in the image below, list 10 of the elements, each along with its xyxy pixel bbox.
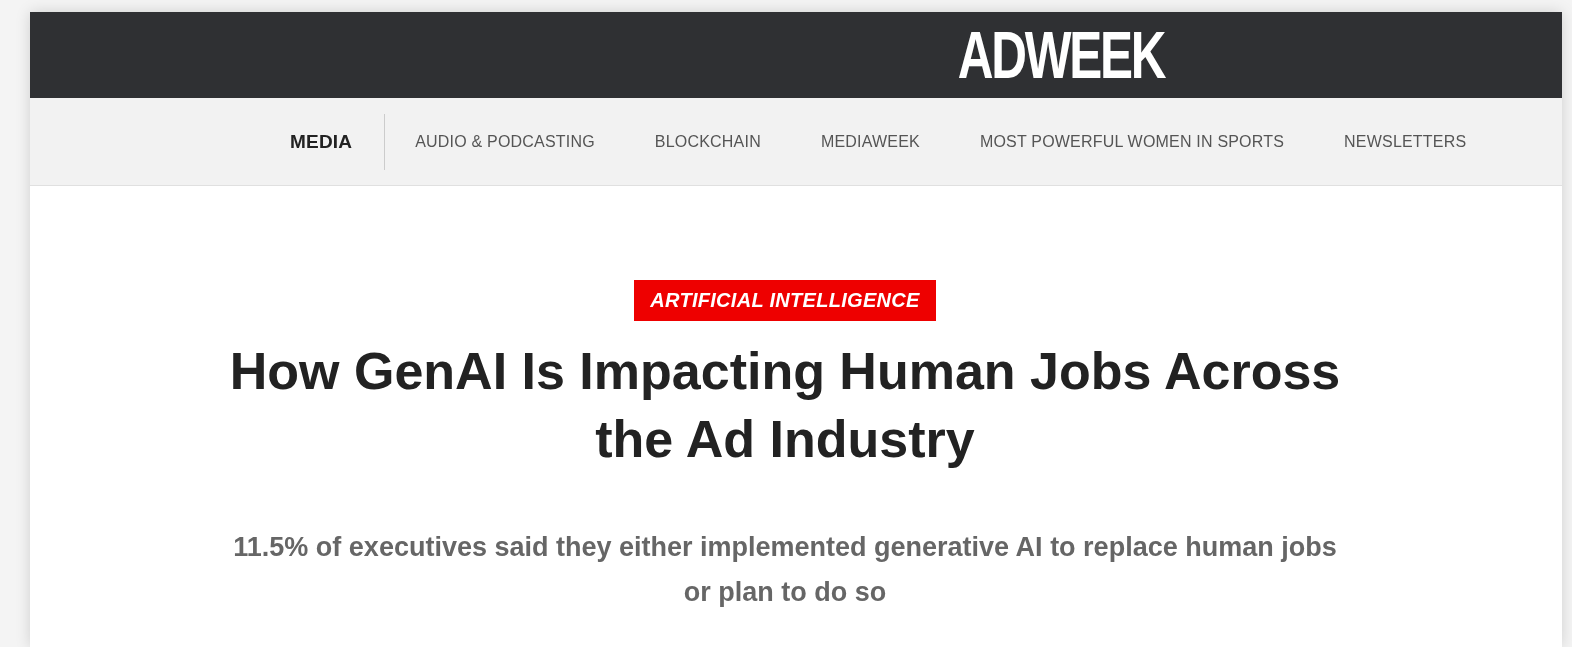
nav-link[interactable]: MEDIAWEEK bbox=[820, 132, 920, 151]
nav-link[interactable]: BLOCKCHAIN bbox=[654, 132, 761, 151]
nav-link[interactable]: AUDIO & PODCASTING bbox=[415, 132, 595, 151]
site-logo[interactable]: ADWEEK bbox=[957, 22, 1164, 88]
article-subtitle: 11.5% of executives said they either implemented generative AI to replace human jobs or plan to do so bbox=[232, 531, 1338, 609]
article-headline: How GenAI Is Impacting Human Jobs Across the Ad Industry bbox=[228, 341, 1342, 470]
nav-link[interactable]: NEWSLETTERS bbox=[1344, 132, 1467, 151]
category-tag[interactable]: ARTIFICIAL INTELLIGENCE bbox=[634, 280, 936, 321]
nav-link[interactable]: MOST POWERFUL WOMEN IN SPORTS bbox=[979, 132, 1285, 151]
nav-link[interactable]: MEDIA bbox=[290, 130, 353, 153]
